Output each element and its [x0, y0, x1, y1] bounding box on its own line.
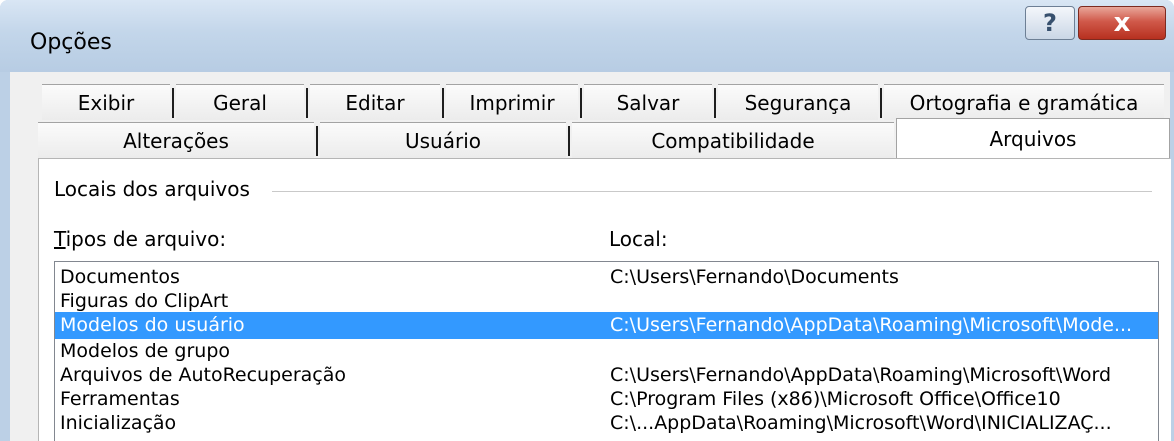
tab-imprimir[interactable]: Imprimir: [446, 84, 578, 120]
column-header-location: Local:: [609, 227, 668, 251]
help-button[interactable]: ?: [1025, 6, 1075, 40]
file-location: C:\Users\Fernando\AppData\Roaming\Micros…: [610, 364, 1112, 386]
list-item[interactable]: Figuras do ClipArt: [55, 288, 1158, 315]
tab-label: Salvar: [616, 90, 680, 115]
tab-separator: [568, 126, 570, 156]
tab-exibir[interactable]: Exibir: [42, 84, 170, 120]
close-icon: x: [1113, 8, 1131, 38]
options-dialog: Opções ? x Exibir Geral Editar Imprimir …: [0, 0, 1174, 441]
tab-geral[interactable]: Geral: [176, 84, 304, 120]
tab-usuario[interactable]: Usuário: [320, 122, 566, 158]
tab-separator: [316, 126, 318, 156]
tab-alteracoes[interactable]: Alterações: [38, 122, 314, 158]
tab-salvar[interactable]: Salvar: [584, 84, 712, 120]
tab-seguranca[interactable]: Segurança: [718, 84, 878, 120]
tab-editar[interactable]: Editar: [310, 84, 440, 120]
tab-arquivos[interactable]: Arquivos: [896, 118, 1170, 158]
group-label: Locais dos arquivos: [54, 177, 262, 201]
list-item[interactable]: Documentos C:\Users\Fernando\Documents: [55, 264, 1158, 291]
tab-separator: [714, 88, 716, 118]
file-locations-list[interactable]: Documentos C:\Users\Fernando\Documents F…: [54, 261, 1159, 441]
tab-separator: [442, 88, 444, 118]
tab-separator: [172, 88, 174, 118]
file-location: C:\Users\Fernando\Documents: [610, 266, 899, 288]
file-type: Figuras do ClipArt: [60, 290, 229, 312]
file-type: Documentos: [60, 266, 180, 288]
tab-compatibilidade[interactable]: Compatibilidade: [572, 122, 894, 158]
list-item-selected[interactable]: Modelos do usuário C:\Users\Fernando\App…: [55, 312, 1158, 339]
group-divider: [272, 191, 1152, 192]
file-location: C:\Users\Fernando\AppData\Roaming\Micros…: [610, 314, 1133, 336]
tab-label: Usuário: [404, 128, 481, 153]
tab-label: Exibir: [77, 90, 135, 115]
list-item[interactable]: Modelos de grupo: [55, 338, 1158, 365]
dialog-title: Opções: [30, 30, 112, 55]
close-button[interactable]: x: [1078, 6, 1166, 40]
list-item[interactable]: Arquivos de AutoRecuperação C:\Users\Fer…: [55, 362, 1158, 389]
column-header-type-text: ipos de arquivo:: [65, 227, 227, 251]
access-key-letter: T: [54, 227, 66, 251]
dialog-body: Exibir Geral Editar Imprimir Salvar Segu…: [10, 72, 1171, 441]
tab-panel-arquivos: Locais dos arquivos Tipos de arquivo: Lo…: [38, 159, 1171, 441]
file-type: Modelos de grupo: [60, 340, 230, 362]
file-location: C:\Program Files (x86)\Microsoft Office\…: [610, 388, 1061, 410]
tab-label: Alterações: [123, 128, 229, 153]
list-item[interactable]: Inicialização C:\...AppData\Roaming\Micr…: [55, 410, 1158, 437]
list-item[interactable]: Ferramentas C:\Program Files (x86)\Micro…: [55, 386, 1158, 413]
tab-separator: [880, 88, 882, 118]
tab-label: Ortografia e gramática: [909, 90, 1139, 115]
tab-label: Arquivos: [989, 126, 1077, 151]
tab-separator: [306, 88, 308, 118]
file-location: C:\...AppData\Roaming\Microsoft\Word\INI…: [610, 412, 1112, 434]
tab-separator: [580, 88, 582, 118]
title-bar[interactable]: Opções ? x: [0, 0, 1174, 72]
tab-label: Editar: [345, 90, 405, 115]
file-type: Inicialização: [60, 412, 177, 434]
tab-label: Geral: [213, 90, 267, 115]
column-header-type: Tipos de arquivo:: [54, 227, 226, 251]
file-type: Arquivos de AutoRecuperação: [60, 364, 347, 386]
tab-label: Compatibilidade: [651, 128, 815, 153]
file-type: Ferramentas: [60, 388, 180, 410]
tab-ortografia[interactable]: Ortografia e gramática: [884, 84, 1164, 120]
tab-label: Imprimir: [469, 90, 555, 115]
file-type: Modelos do usuário: [60, 314, 245, 336]
help-icon: ?: [1043, 9, 1057, 37]
tab-label: Segurança: [744, 90, 852, 115]
